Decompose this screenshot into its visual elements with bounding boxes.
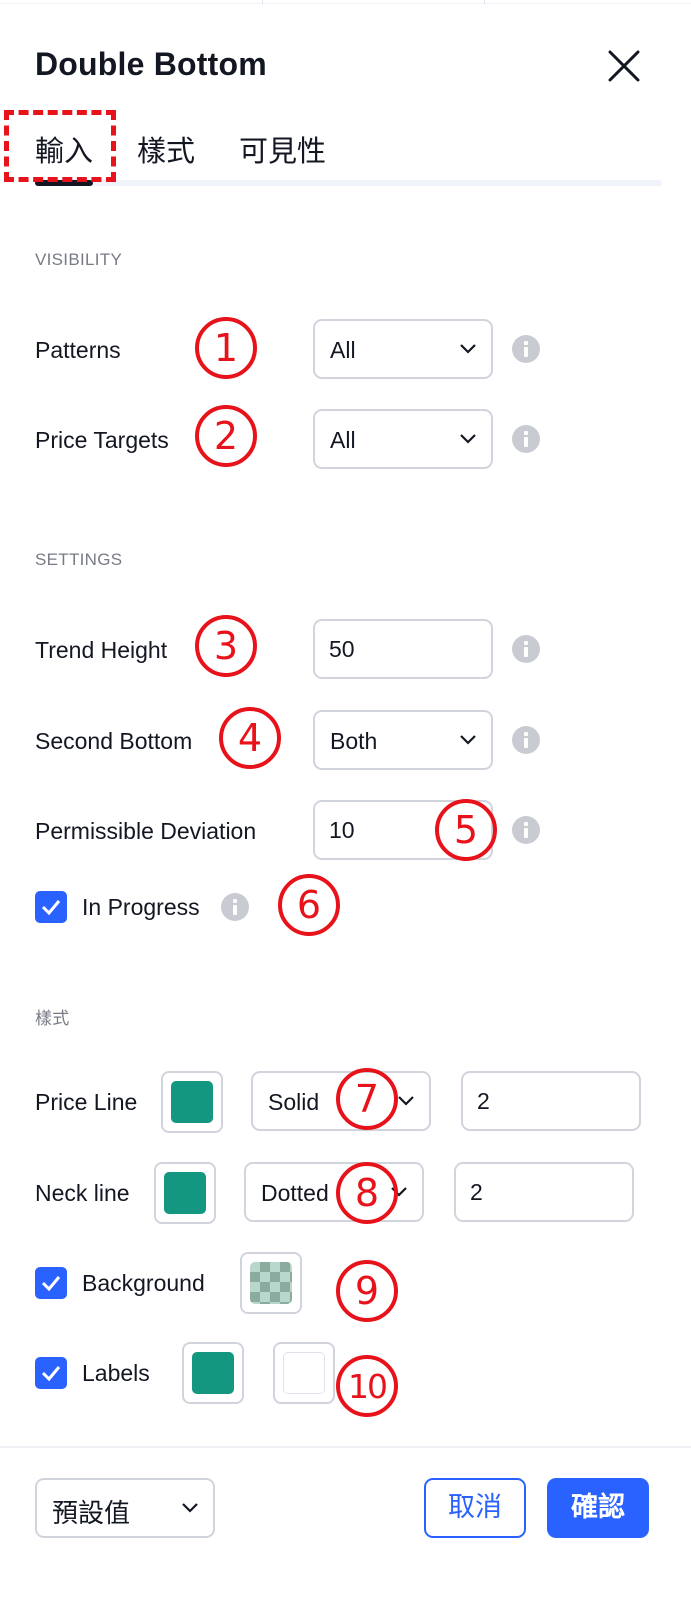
chevron-down-icon bbox=[460, 344, 476, 354]
top-edge bbox=[0, 0, 691, 4]
annotation-9: 9 bbox=[336, 1260, 398, 1322]
in-progress-checkbox[interactable] bbox=[35, 891, 67, 923]
info-icon[interactable] bbox=[221, 893, 249, 921]
patterns-select[interactable]: All bbox=[313, 319, 493, 379]
dialog-title: Double Bottom bbox=[35, 46, 267, 82]
checkmark-icon bbox=[41, 1276, 61, 1292]
chevron-down-icon bbox=[398, 1096, 414, 1106]
footer-divider bbox=[0, 1446, 691, 1448]
info-icon[interactable] bbox=[512, 425, 540, 453]
section-visibility-heading: VISIBILITY bbox=[35, 250, 123, 269]
price-line-width-input[interactable] bbox=[461, 1071, 641, 1131]
background-color-fill bbox=[250, 1262, 292, 1304]
price-targets-label: Price Targets bbox=[35, 427, 169, 453]
annotation-1: 1 bbox=[195, 317, 257, 379]
price-line-color-fill bbox=[171, 1081, 213, 1123]
price-targets-value: All bbox=[330, 427, 356, 453]
annotation-5: 5 bbox=[435, 799, 497, 861]
second-bottom-select[interactable]: Both bbox=[313, 710, 493, 770]
section-settings-heading: SETTINGS bbox=[35, 550, 123, 569]
neck-line-color-fill bbox=[164, 1172, 206, 1214]
neck-line-color-swatch[interactable] bbox=[154, 1162, 216, 1224]
info-icon[interactable] bbox=[512, 335, 540, 363]
annotation-4: 4 bbox=[219, 707, 281, 769]
price-line-color-swatch[interactable] bbox=[161, 1071, 223, 1133]
annotation-8: 8 bbox=[336, 1162, 398, 1224]
patterns-label: Patterns bbox=[35, 337, 121, 363]
neck-line-style-value: Dotted bbox=[261, 1180, 329, 1206]
tab-visibility[interactable]: 可見性 bbox=[239, 128, 326, 170]
background-color-swatch[interactable] bbox=[240, 1252, 302, 1314]
labels-text-color-swatch[interactable] bbox=[273, 1342, 335, 1404]
labels-label: Labels bbox=[82, 1360, 150, 1386]
annotation-2: 2 bbox=[195, 405, 257, 467]
tab-bar: 輸入 樣式 可見性 bbox=[35, 128, 662, 188]
trend-height-input[interactable] bbox=[313, 619, 493, 679]
tab-track bbox=[35, 180, 662, 186]
in-progress-label: In Progress bbox=[82, 894, 200, 920]
labels-checkbox[interactable] bbox=[35, 1357, 67, 1389]
tab-style[interactable]: 樣式 bbox=[137, 128, 195, 170]
chevron-down-icon bbox=[460, 434, 476, 444]
price-line-label: Price Line bbox=[35, 1089, 138, 1115]
chevron-down-icon bbox=[182, 1503, 198, 1513]
price-targets-select[interactable]: All bbox=[313, 409, 493, 469]
permissible-deviation-label: Permissible Deviation bbox=[35, 818, 257, 844]
confirm-button[interactable]: 確認 bbox=[547, 1478, 649, 1538]
patterns-value: All bbox=[330, 337, 356, 363]
checkmark-icon bbox=[41, 900, 61, 916]
checkmark-icon bbox=[41, 1366, 61, 1382]
info-icon[interactable] bbox=[512, 816, 540, 844]
defaults-dropdown[interactable]: 預設值 bbox=[35, 1478, 215, 1538]
section-style-heading: 樣式 bbox=[35, 1009, 70, 1029]
annotation-10: 10 bbox=[336, 1355, 398, 1417]
neck-line-width-input[interactable] bbox=[454, 1162, 634, 1222]
labels-color-fill bbox=[192, 1352, 234, 1394]
second-bottom-value: Both bbox=[330, 728, 378, 754]
labels-text-color-fill bbox=[283, 1352, 325, 1394]
second-bottom-label: Second Bottom bbox=[35, 728, 193, 754]
cancel-button[interactable]: 取消 bbox=[424, 1478, 526, 1538]
neck-line-label: Neck line bbox=[35, 1180, 130, 1206]
chevron-down-icon bbox=[460, 735, 476, 745]
background-label: Background bbox=[82, 1270, 205, 1296]
labels-color-swatch[interactable] bbox=[182, 1342, 244, 1404]
close-icon[interactable] bbox=[604, 46, 644, 86]
trend-height-label: Trend Height bbox=[35, 637, 168, 663]
annotation-3: 3 bbox=[195, 615, 257, 677]
price-line-style-value: Solid bbox=[268, 1089, 320, 1115]
info-icon[interactable] bbox=[512, 635, 540, 663]
annotation-7: 7 bbox=[336, 1068, 398, 1130]
info-icon[interactable] bbox=[512, 726, 540, 754]
annotation-6: 6 bbox=[278, 874, 340, 936]
annotation-dashed-box bbox=[4, 110, 116, 182]
background-checkbox[interactable] bbox=[35, 1267, 67, 1299]
defaults-label: 預設值 bbox=[52, 1499, 131, 1529]
